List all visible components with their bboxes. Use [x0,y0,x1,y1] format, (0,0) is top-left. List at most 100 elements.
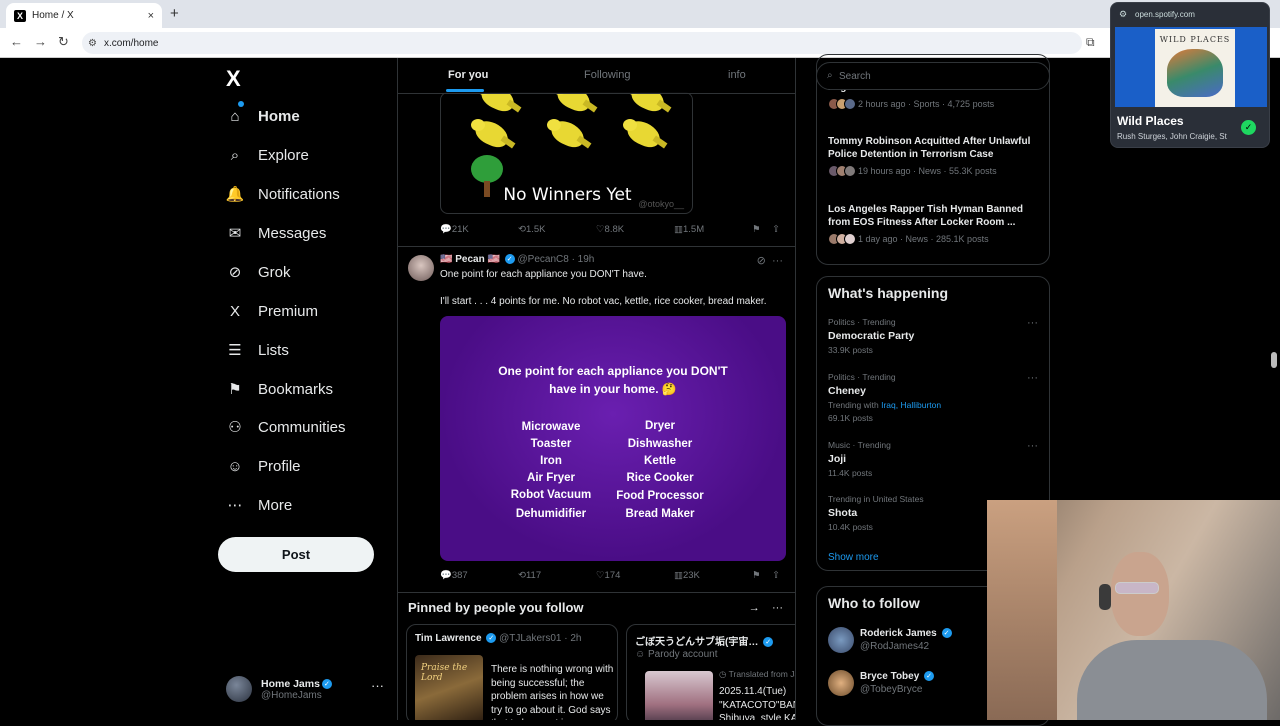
nav-item-more[interactable]: ⋯ More [226,490,293,520]
author-handle[interactable]: @PecanC8 [518,254,569,265]
verified-badge-icon: ✓ [321,678,332,689]
nav-item-home[interactable]: ⌂ Home [226,101,300,131]
post-time[interactable]: · 19h [572,254,595,265]
install-app-icon[interactable]: ⧉ [1086,35,1095,50]
show-more-link[interactable]: Show more [828,552,879,563]
scrollbar-thumb[interactable] [1271,352,1277,368]
post-image-appliances[interactable]: One point for each appliance you DON'T h… [440,316,786,561]
repost-button[interactable]: ⟲ 1.5K [518,224,546,235]
bookmark-icon[interactable]: ⚑ [752,224,761,235]
verified-badge-icon: ✓ [924,671,935,682]
saved-check-icon[interactable]: ✓ [1241,120,1256,135]
reply-button[interactable]: 💬 387 [440,570,468,581]
post-menu: ⊘ ··· [757,254,783,267]
avatar [226,676,252,702]
like-button[interactable]: ♡ 174 [596,570,620,581]
track-artists: Rush Sturges, John Craigie, St [1117,132,1227,141]
image-heading: One point for each appliance you DON'T [498,364,728,378]
nav-item-messages[interactable]: ✉ Messages [226,218,327,248]
account-more-icon[interactable]: ··· [371,678,384,693]
card-image: Praise the Lord [415,655,483,720]
nav-item-explore[interactable]: ⌕ Explore [226,140,309,170]
views-button[interactable]: ▥ 23K [674,570,700,581]
more-circle-icon: ⋯ [227,497,243,514]
follow-suggestion[interactable]: Roderick James ✓ @RodJames42 [828,627,952,653]
repost-button[interactable]: ⟲ 117 [518,570,541,581]
nav-label: Explore [258,146,309,164]
more-icon[interactable]: ··· [772,602,783,614]
like-button[interactable]: ♡ 8.8K [596,224,624,235]
tab-following[interactable]: Following [584,69,630,81]
card-image [645,671,713,720]
card-text: There is nothing wrong with being succes… [491,664,614,720]
x-favicon-icon: X [14,9,26,22]
post-image-canaries[interactable]: No Winners Yet @otokyo__ [440,92,693,214]
browser-tab[interactable]: X Home / X × [6,3,162,28]
forward-arrow-icon[interactable]: → [34,34,47,49]
nav-item-premium[interactable]: X Premium [226,296,318,326]
grok-icon[interactable]: ⊘ [757,255,766,267]
news-item[interactable]: Tommy Robinson Acquitted After Unlawful … [828,135,1042,177]
news-item[interactable]: Los Angeles Rapper Tish Hyman Banned fro… [828,203,1042,245]
post-actions: 💬 387 ⟲ 117 ♡ 174 ▥ 23K ⚑ ⇪ [440,570,786,586]
new-tab-button[interactable]: + [170,5,179,22]
trend-item[interactable]: Politics · Trending Cheney Trending with… [828,372,1038,423]
avatar[interactable] [408,255,434,281]
tab-for-you[interactable]: For you [448,69,488,81]
timeline: For you Following info No Winners Yet @o… [397,58,796,720]
verified-badge-icon: ✓ [763,637,774,648]
webcam-overlay [987,500,1280,720]
tab-close-icon[interactable]: × [148,10,154,22]
spotify-miniplayer[interactable]: open.spotify.com ⚙ WILD PLACES Wild Plac… [1110,2,1270,148]
card-text: 2025.11.4(Tue) "KATACOTO"BANK Shibuya_st… [719,686,795,720]
search-input[interactable]: ⌕ Search [816,62,1050,90]
pinned-card[interactable]: ごぼ天うどんサブ垢(宇宙… ✓ ☺ Parody account ◷ Trans… [626,624,795,720]
address-bar[interactable]: ⚙ x.com/home [82,32,1082,54]
author-name[interactable]: Pecan [455,254,484,265]
nav-label: More [258,496,293,514]
pinned-card[interactable]: Tim Lawrence ✓ @TJLakers01 · 2h Praise t… [406,624,618,720]
views-button[interactable]: ▥ 1.5M [674,224,704,235]
url-text: x.com/home [104,37,159,49]
grok-icon: ⊘ [228,264,242,281]
post-button[interactable]: Post [218,537,374,572]
arrow-right-icon[interactable]: → [749,602,760,614]
site-settings-icon[interactable]: ⚙ [88,38,97,49]
reply-button[interactable]: 💬 21K [440,224,469,235]
more-icon[interactable]: ··· [772,255,783,267]
bookmark-icon[interactable]: ⚑ [752,570,761,581]
flag-icon: 🇺🇸 [440,254,453,265]
account-switcher[interactable]: Home Jams ✓ @HomeJams ··· [226,672,386,706]
verified-badge-icon: ✓ [504,254,515,265]
parody-label: ☺ Parody account [635,649,718,660]
follow-suggestion[interactable]: Bryce Tobey ✓ @TobeyBryce [828,670,935,696]
share-icon[interactable]: ⇪ [772,570,780,581]
nav-label: Notifications [258,185,340,203]
share-icon[interactable]: ⇪ [772,224,780,235]
tune-icon: ⚙ [1119,9,1128,19]
tab-info[interactable]: info [728,69,746,81]
headphones-icon [1099,584,1111,610]
x-logo-icon[interactable]: X [226,66,241,92]
back-arrow-icon[interactable]: ← [10,34,23,49]
more-icon[interactable]: ··· [1027,317,1038,329]
nav-item-communities[interactable]: ⚇ Communities [226,412,345,442]
more-icon[interactable]: ··· [1027,372,1038,384]
nav-item-grok[interactable]: ⊘ Grok [226,257,291,287]
tab-title: Home / X [32,10,74,21]
nav-item-notifications[interactable]: 🔔 Notifications [226,179,340,209]
verified-badge-icon: ✓ [486,633,497,644]
nav-item-profile[interactable]: ☺ Profile [226,451,300,481]
address-toolbar: ← → ↻ ⚙ x.com/home ⧉ [0,28,1280,58]
card-header: Tim Lawrence ✓ @TJLakers01 · 2h [415,633,582,644]
card-header: ごぼ天うどんサブ垢(宇宙… ✓ [635,633,774,648]
nav-item-bookmarks[interactable]: ⚑ Bookmarks [226,374,333,404]
nav-item-lists[interactable]: ☰ Lists [226,335,289,365]
trend-item[interactable]: Politics · Trending Democratic Party 33.… [828,317,1038,355]
more-icon[interactable]: ··· [1027,440,1038,452]
trend-item[interactable]: Music · Trending Joji 11.4K posts ··· [828,440,1038,478]
nav-label: Bookmarks [258,380,334,398]
appliance-item: Dishwasher [627,438,693,450]
post-text: I'll start . . . 4 points for me. No rob… [440,296,767,307]
reload-icon[interactable]: ↻ [58,34,69,50]
